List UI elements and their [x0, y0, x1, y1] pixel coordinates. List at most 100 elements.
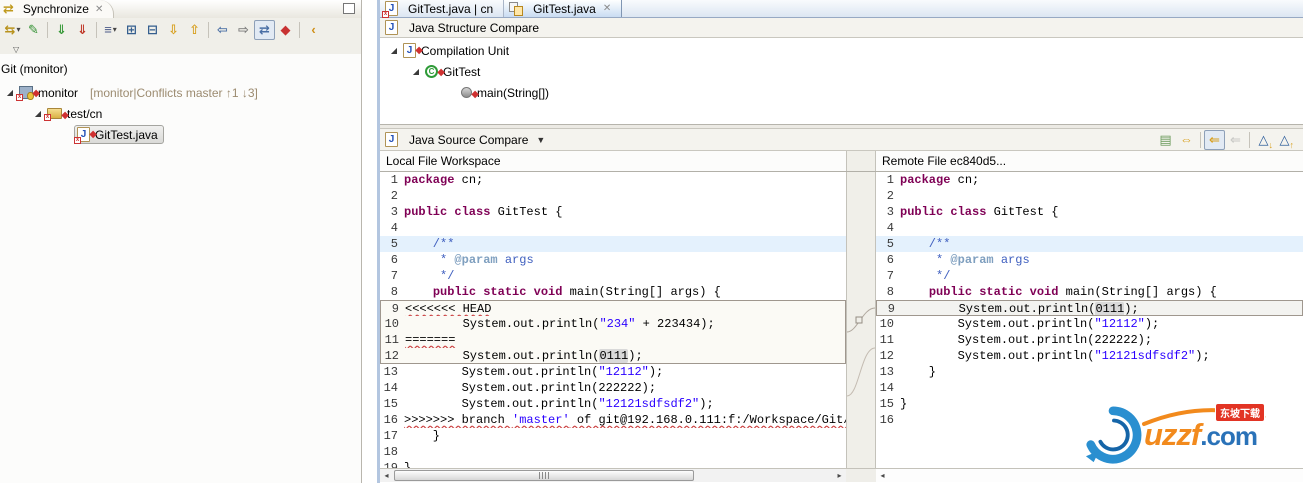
code-line[interactable]: 2 [380, 188, 846, 204]
toolbar-overflow-button[interactable]: ‹ [303, 20, 324, 40]
tree-item-gittest-java[interactable]: Jx◆GitTest.java [0, 124, 361, 145]
code-line[interactable]: 3public class GitTest { [876, 204, 1303, 220]
pin-synchronization-button[interactable]: ✎ [23, 20, 44, 40]
sash-divider[interactable] [362, 0, 380, 483]
code-line[interactable]: 8 public static void main(String[] args)… [876, 284, 1303, 300]
code-line[interactable]: 12 System.out.println("12121sdfsdf2"); [876, 348, 1303, 364]
collapse-all-button[interactable]: ⊟ [142, 20, 163, 40]
left-horizontal-scrollbar[interactable]: ◂ ▸ [380, 469, 846, 482]
synchronize-view-tab[interactable]: ⇄ Synchronize ✕ [0, 0, 114, 18]
code-line[interactable]: 9 System.out.println(0111); [876, 300, 1303, 316]
code-line[interactable]: 8 public static void main(String[] args)… [380, 284, 846, 300]
code-text [900, 380, 1303, 396]
expand-arrow-icon[interactable]: ◢ [4, 88, 16, 97]
copy-current-right-to-left-button: ⇐ [1225, 130, 1246, 150]
editor-tab-label: GitTest.java [533, 2, 596, 16]
code-line[interactable]: 9<<<<<<< HEAD [380, 300, 846, 316]
right-horizontal-scrollbar[interactable]: ◂ [876, 469, 1303, 482]
line-number: 2 [380, 188, 404, 204]
compare-pane-headers: Local File Workspace Remote File ec840d5… [380, 151, 1303, 172]
eclipse-window: ⇄ Synchronize ✕ ⇆▾✎ ⇓⇓ ≡▾⊞⊟⇩⇧ ⇦⇨⇄◆ ‹ ▽ Git (… [0, 0, 1303, 483]
expand-arrow-icon[interactable]: ◢ [32, 109, 44, 118]
code-line[interactable]: 15} [876, 396, 1303, 412]
editor-tab-gittest-cn[interactable]: JxGitTest.java | cn [380, 0, 504, 17]
code-line[interactable]: 1package cn; [876, 172, 1303, 188]
code-line[interactable]: 19} [380, 460, 846, 468]
scroll-right-arrow-icon[interactable]: ▸ [833, 471, 846, 480]
editor-tab-label: GitTest.java | cn [408, 2, 493, 16]
structure-item-gittest[interactable]: ◢C◆GitTest [380, 61, 1303, 82]
code-line[interactable]: 11 System.out.println(222222); [876, 332, 1303, 348]
code-text: System.out.println("12121sdfsdf2"); [900, 348, 1303, 364]
code-line[interactable]: 17 } [380, 428, 846, 444]
code-line[interactable]: 5 /** [876, 236, 1303, 252]
code-line[interactable]: 4 [380, 220, 846, 236]
close-tab-icon[interactable]: ✕ [603, 3, 611, 14]
tree-item-label: GitTest [443, 65, 480, 79]
expand-all-button[interactable]: ⊞ [121, 20, 142, 40]
diff-handle[interactable] [856, 317, 862, 323]
tree-item-content: x◆test/cn [44, 104, 108, 123]
copy-all-right-to-left-button[interactable]: ⇐ [1204, 130, 1225, 150]
previous-change-button[interactable]: ⇧ [184, 20, 205, 40]
code-line[interactable]: 4 [876, 220, 1303, 236]
remote-file-pane[interactable]: 1package cn;23public class GitTest {45 /… [876, 172, 1303, 468]
line-number: 18 [380, 444, 404, 460]
synchronize-tree-area: Git (monitor) ◢x◆monitor[monitor|Conflic… [0, 54, 361, 483]
view-menu-dropdown-icon[interactable]: ▽ [13, 45, 19, 54]
synchronize-button[interactable]: ⇆▾ [2, 20, 23, 40]
commit-all-outgoing-button[interactable]: ⇓ [72, 20, 93, 40]
view-menu-row: ▽ [0, 41, 361, 54]
code-line[interactable]: 15 System.out.println("12121sdfsdf2"); [380, 396, 846, 412]
code-line[interactable]: 10 System.out.println("234" + 223434); [380, 316, 846, 332]
local-file-pane[interactable]: 1package cn;23public class GitTest {45 /… [380, 172, 846, 468]
code-line[interactable]: 2 [876, 188, 1303, 204]
close-view-icon[interactable]: ✕ [95, 4, 103, 15]
editor-tab-gittest-compare[interactable]: GitTest.java ✕ [504, 0, 622, 17]
tree-item-test-cn[interactable]: ◢x◆test/cn [0, 103, 361, 124]
swap-left-right-button[interactable]: ⇔ [1176, 130, 1197, 150]
ancestor-pane-toggle-button[interactable]: ▤ [1155, 130, 1176, 150]
code-line[interactable]: 14 [876, 380, 1303, 396]
code-line[interactable]: 3public class GitTest { [380, 204, 846, 220]
code-line[interactable]: 1package cn; [380, 172, 846, 188]
code-line[interactable]: 5 /** [380, 236, 846, 252]
code-line[interactable]: 11======= [380, 332, 846, 348]
expand-arrow-icon[interactable]: ◢ [388, 46, 400, 55]
next-change-button[interactable]: ⇩ [163, 20, 184, 40]
code-line[interactable]: 6 * @param args [380, 252, 846, 268]
line-number: 7 [380, 268, 404, 284]
scroll-left-arrow-icon[interactable]: ◂ [876, 471, 889, 480]
code-line[interactable]: 14 System.out.println(222222); [380, 380, 846, 396]
code-line[interactable]: 13 } [876, 364, 1303, 380]
code-line[interactable]: 10 System.out.println("12112"); [876, 316, 1303, 332]
incoming-mode-button[interactable]: ⇦ [212, 20, 233, 40]
code-line[interactable]: 12 System.out.println(0111); [380, 348, 846, 364]
structure-item-compilation-unit[interactable]: ◢J◆Compilation Unit [380, 40, 1303, 61]
line-number: 1 [876, 172, 900, 188]
expand-arrow-icon[interactable]: ◢ [410, 67, 422, 76]
scroll-left-arrow-icon[interactable]: ◂ [380, 471, 393, 480]
toolbar-separator [208, 22, 209, 38]
code-line[interactable]: 18 [380, 444, 846, 460]
incoming-outgoing-mode-button[interactable]: ⇄ [254, 20, 275, 40]
code-line[interactable]: 7 */ [380, 268, 846, 284]
code-line[interactable]: 6 * @param args [876, 252, 1303, 268]
update-all-incoming-button[interactable]: ⇓ [51, 20, 72, 40]
code-line[interactable]: 13 System.out.println("12112"); [380, 364, 846, 380]
maximize-view-button[interactable] [343, 3, 355, 14]
source-compare-menu-dropdown-icon[interactable]: ▼ [536, 135, 545, 145]
conflicts-mode-button[interactable]: ◆ [275, 20, 296, 40]
structure-item-main[interactable]: ◆main(String[]) [380, 82, 1303, 103]
outgoing-mode-button[interactable]: ⇨ [233, 20, 254, 40]
next-difference-button[interactable]: △↓ [1253, 130, 1274, 150]
change-presentation-button[interactable]: ≡▾ [100, 20, 121, 40]
scrollbar-thumb[interactable] [394, 470, 694, 481]
code-line[interactable]: 16 [876, 412, 1303, 428]
code-line[interactable]: 7 */ [876, 268, 1303, 284]
previous-difference-button[interactable]: △↑ [1274, 130, 1295, 150]
code-text [900, 220, 1303, 236]
tree-item-monitor[interactable]: ◢x◆monitor[monitor|Conflicts master ↑1 ↓… [0, 82, 361, 103]
code-line[interactable]: 16>>>>>>> branch 'master' of git@192.168… [380, 412, 846, 428]
line-number: 15 [876, 396, 900, 412]
